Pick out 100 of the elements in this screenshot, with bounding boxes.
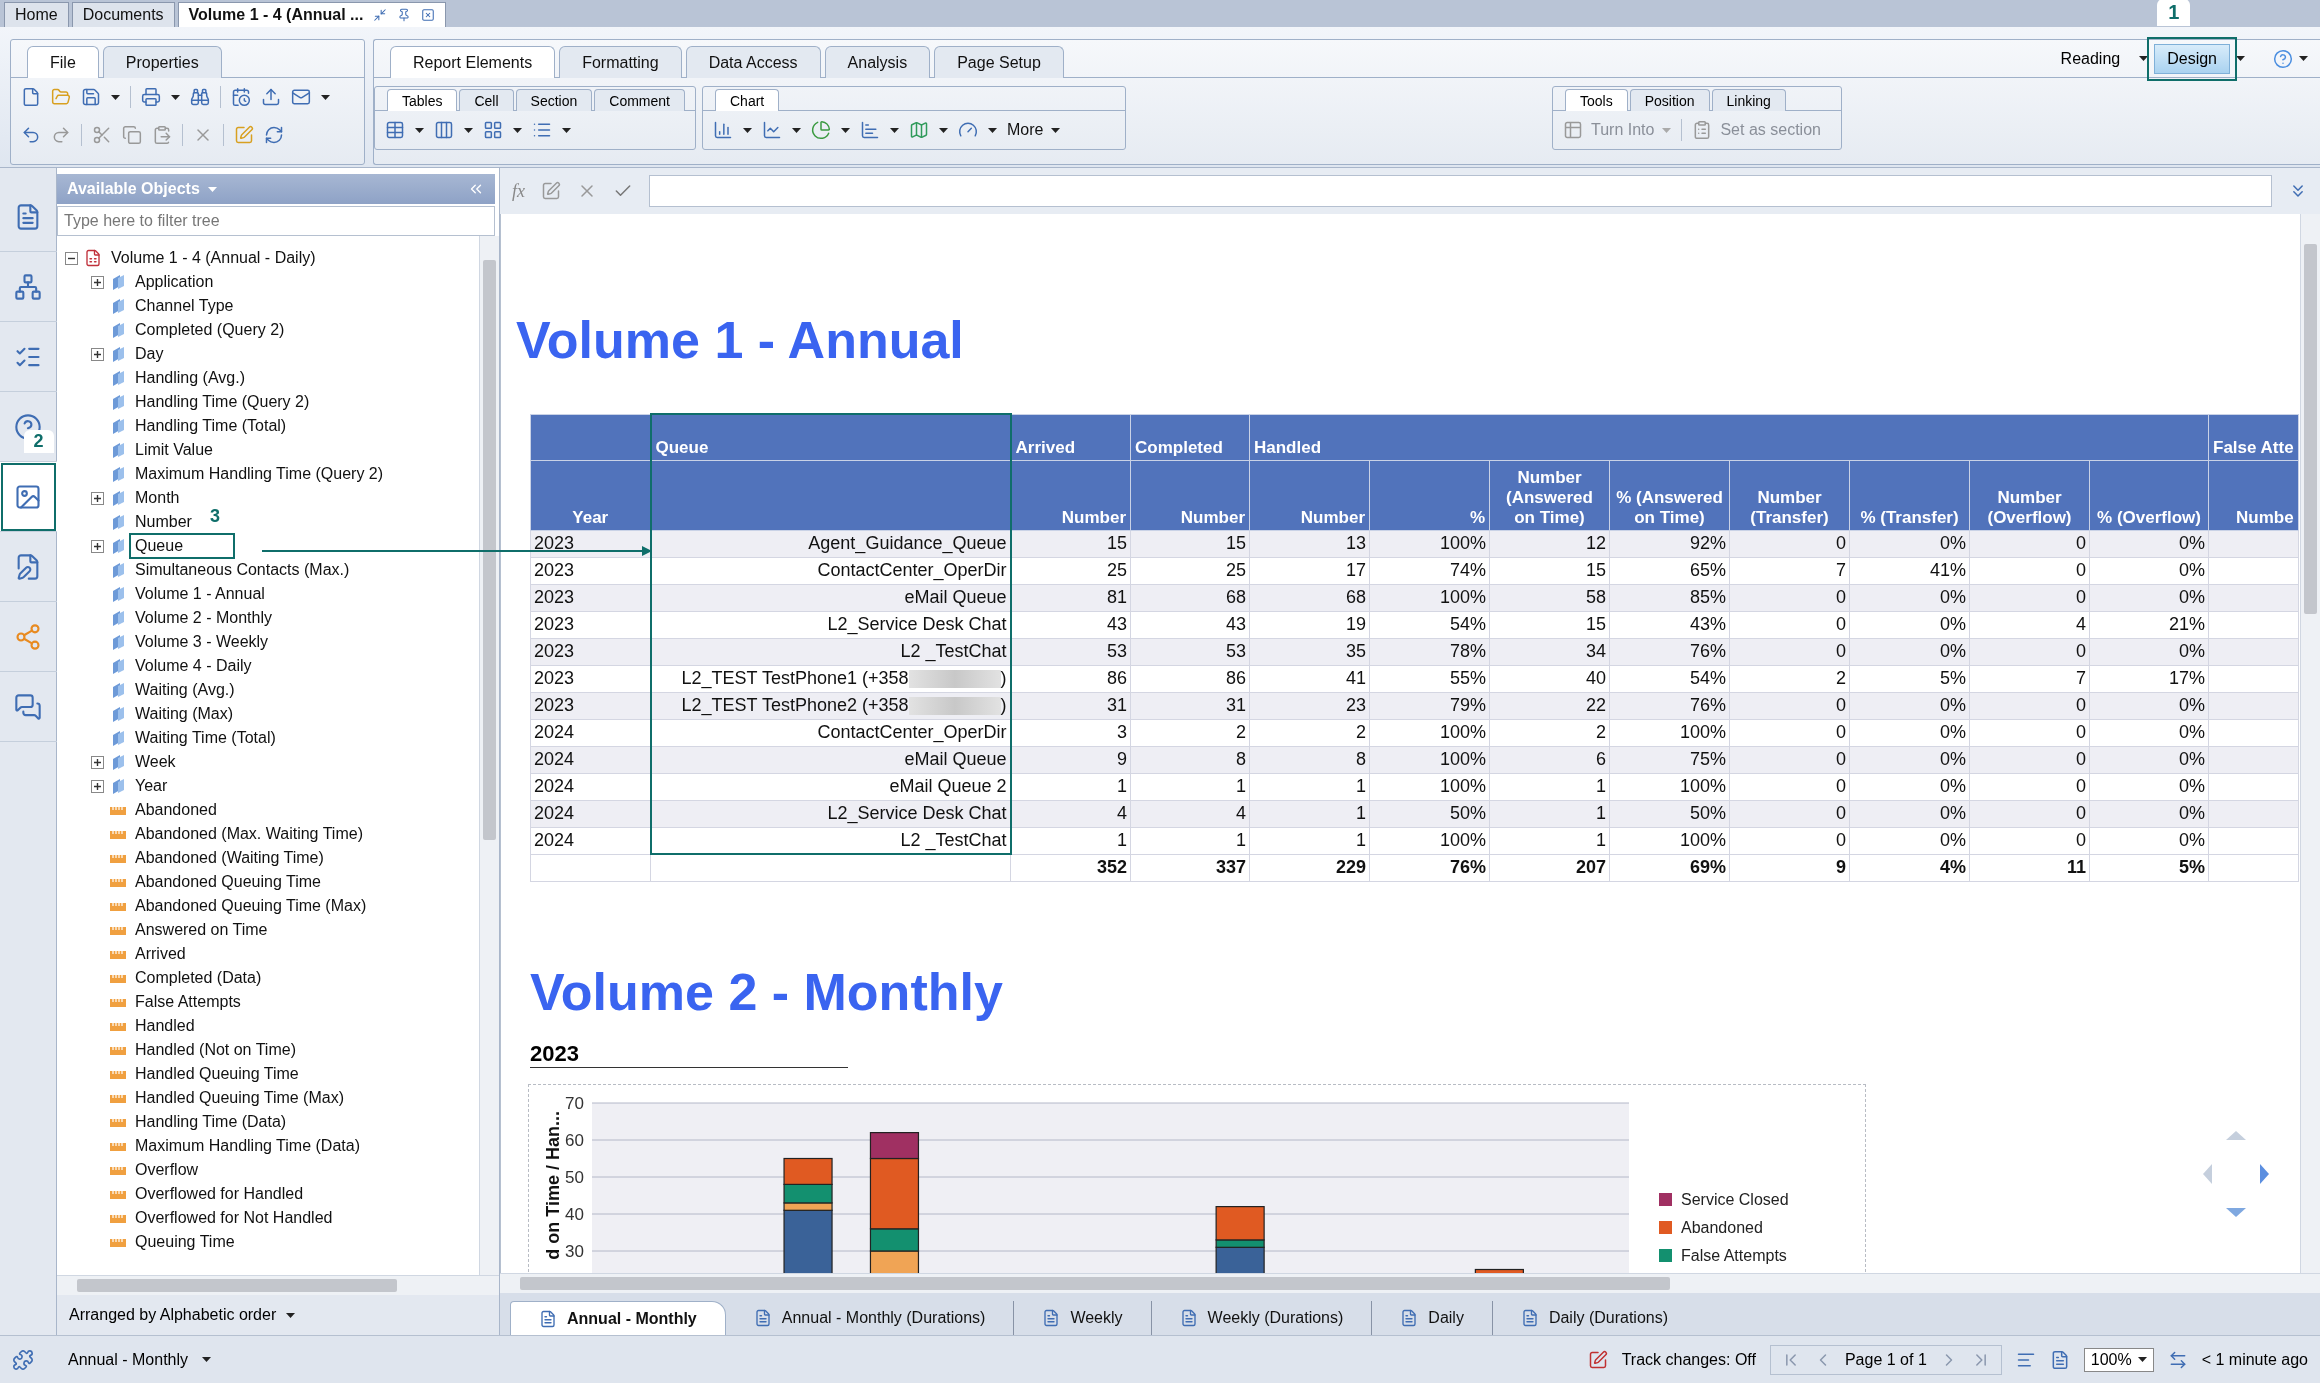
caret-icon[interactable] — [792, 127, 801, 133]
mode-button[interactable]: Reading — [2047, 43, 2134, 74]
track-changes-status[interactable]: Track changes: Off — [1621, 1350, 1756, 1369]
tree-item[interactable]: Abandoned (Max. Waiting Time) — [132, 824, 366, 844]
caret-icon[interactable] — [890, 127, 899, 133]
caret-icon[interactable] — [2299, 56, 2308, 61]
tree-item[interactable]: Limit Value — [132, 440, 216, 460]
ribbon-tab[interactable]: Analysis — [824, 46, 931, 78]
tree-item[interactable]: Answered on Time — [132, 920, 271, 940]
tree-item[interactable]: Volume 1 - Annual — [132, 584, 268, 604]
tree-item[interactable]: Month — [132, 488, 183, 508]
gauge-icon[interactable] — [958, 120, 978, 140]
bar-chart-icon[interactable] — [713, 120, 733, 140]
tree-item[interactable]: Handled Queuing Time (Max) — [132, 1088, 347, 1108]
document-icon[interactable] — [84, 249, 102, 267]
ribbon-tab[interactable]: Data Access — [685, 46, 821, 78]
tree-item[interactable]: Maximum Handling Time (Data) — [132, 1136, 363, 1156]
document-tab[interactable]: Home — [4, 2, 69, 27]
caret-icon[interactable] — [513, 127, 522, 133]
tree-item[interactable]: Waiting (Max) — [132, 704, 237, 724]
tree-item[interactable]: Handling (Avg.) — [132, 368, 248, 388]
tree-item[interactable]: False Attempts — [132, 992, 244, 1012]
tree-item[interactable]: Abandoned — [132, 800, 220, 820]
columns-icon[interactable] — [434, 120, 454, 140]
caret-icon[interactable] — [988, 127, 997, 133]
report-page-icon[interactable] — [539, 1309, 557, 1328]
filter-field[interactable]: Type here to filter tree — [57, 206, 495, 236]
puzzle-icon[interactable] — [12, 1348, 34, 1371]
tree-item[interactable]: Number — [132, 512, 195, 532]
report-selector[interactable]: Annual - Monthly — [68, 1350, 189, 1369]
grid-icon[interactable] — [483, 120, 503, 140]
document-tab[interactable]: Volume 1 - 4 (Annual ... — [177, 2, 447, 27]
pin-icon[interactable] — [397, 8, 412, 22]
tree-item[interactable]: Overflowed for Handled — [132, 1184, 307, 1204]
caret-icon[interactable] — [286, 1312, 296, 1318]
report-page-icon[interactable] — [1400, 1309, 1419, 1327]
caret-icon[interactable] — [2137, 1357, 2147, 1362]
caret-icon[interactable] — [464, 127, 473, 133]
table-icon[interactable] — [385, 120, 405, 140]
track-changes-icon[interactable] — [1587, 1349, 1608, 1370]
tree-item[interactable]: Simultaneous Contacts (Max.) — [132, 560, 353, 580]
ribbon-tab[interactable]: Page Setup — [934, 46, 1064, 78]
list-icon[interactable] — [532, 120, 552, 140]
caret-icon[interactable] — [321, 94, 330, 100]
new-document-icon[interactable] — [21, 87, 41, 107]
sub-tab[interactable]: Position — [1629, 89, 1710, 111]
sub-tab[interactable]: Tools — [1565, 89, 1628, 111]
chart-image-icon[interactable] — [14, 482, 42, 511]
tree-item[interactable]: Volume 4 - Daily — [132, 656, 255, 676]
tree-item[interactable]: Volume 2 - Monthly — [132, 608, 275, 628]
undo-icon[interactable] — [21, 125, 41, 145]
caret-icon[interactable] — [841, 127, 850, 133]
expand-icon[interactable] — [91, 491, 104, 505]
tree-structure-icon[interactable] — [14, 272, 42, 301]
expand-icon[interactable] — [91, 755, 104, 769]
caret-icon[interactable] — [1051, 127, 1061, 133]
search-icon[interactable] — [190, 87, 210, 107]
report-page-icon[interactable] — [1520, 1309, 1539, 1327]
tree-item[interactable]: Volume 3 - Weekly — [132, 632, 272, 652]
tree-item[interactable]: Handling Time (Data) — [132, 1112, 290, 1132]
tree-item[interactable]: Abandoned Queuing Time (Max) — [132, 896, 370, 916]
report-page-icon[interactable] — [1042, 1309, 1061, 1327]
sub-tab[interactable]: Chart — [715, 89, 780, 111]
redo-icon[interactable] — [51, 125, 71, 145]
tree-item[interactable]: Year — [132, 776, 171, 796]
report-page-icon[interactable] — [1179, 1309, 1198, 1327]
caret-icon[interactable] — [415, 127, 424, 133]
formula-field[interactable] — [649, 175, 2272, 207]
caret-icon[interactable] — [111, 94, 120, 100]
comments-icon[interactable] — [14, 692, 42, 721]
tree-item[interactable]: Application — [132, 272, 217, 292]
tree-item[interactable]: Maximum Handling Time (Query 2) — [132, 464, 387, 484]
tree-item[interactable]: Completed (Data) — [132, 968, 265, 988]
tree-item[interactable]: Volume 1 - 4 (Annual - Daily) — [108, 248, 319, 268]
paste-icon[interactable] — [152, 125, 172, 145]
navigation-arrows-icon[interactable] — [2201, 1129, 2271, 1219]
horizontal-bar-chart-icon[interactable] — [860, 120, 880, 140]
expand-icon[interactable] — [91, 275, 104, 289]
pie-chart-icon[interactable] — [811, 120, 831, 140]
sub-tab[interactable]: Comment — [594, 89, 685, 111]
tree-item[interactable]: Overflowed for Not Handled — [132, 1208, 336, 1228]
formula-editor-icon[interactable] — [541, 181, 561, 201]
tree-item[interactable]: Week — [132, 752, 179, 772]
caret-icon[interactable] — [743, 127, 752, 133]
tree-item[interactable]: Day — [132, 344, 167, 364]
export-icon[interactable] — [261, 87, 281, 107]
tree-item[interactable]: Completed (Query 2) — [132, 320, 288, 340]
collapse-icon[interactable] — [65, 251, 78, 265]
tree-item[interactable]: Arrived — [132, 944, 189, 964]
tree-item[interactable]: Handled (Not on Time) — [132, 1040, 299, 1060]
ribbon-tab[interactable]: Properties — [102, 46, 222, 78]
map-icon[interactable] — [909, 120, 929, 140]
sub-tab[interactable]: Section — [515, 89, 593, 111]
close-icon[interactable] — [421, 8, 436, 22]
zoom-select[interactable]: 100% — [2083, 1347, 2154, 1372]
tree-item[interactable]: Channel Type — [132, 296, 237, 316]
report-tab[interactable]: Annual - Monthly — [510, 1301, 726, 1335]
tree-item[interactable]: Waiting Time (Total) — [132, 728, 279, 748]
expand-icon[interactable] — [91, 779, 104, 793]
ribbon-tab[interactable]: Report Elements — [390, 46, 556, 78]
